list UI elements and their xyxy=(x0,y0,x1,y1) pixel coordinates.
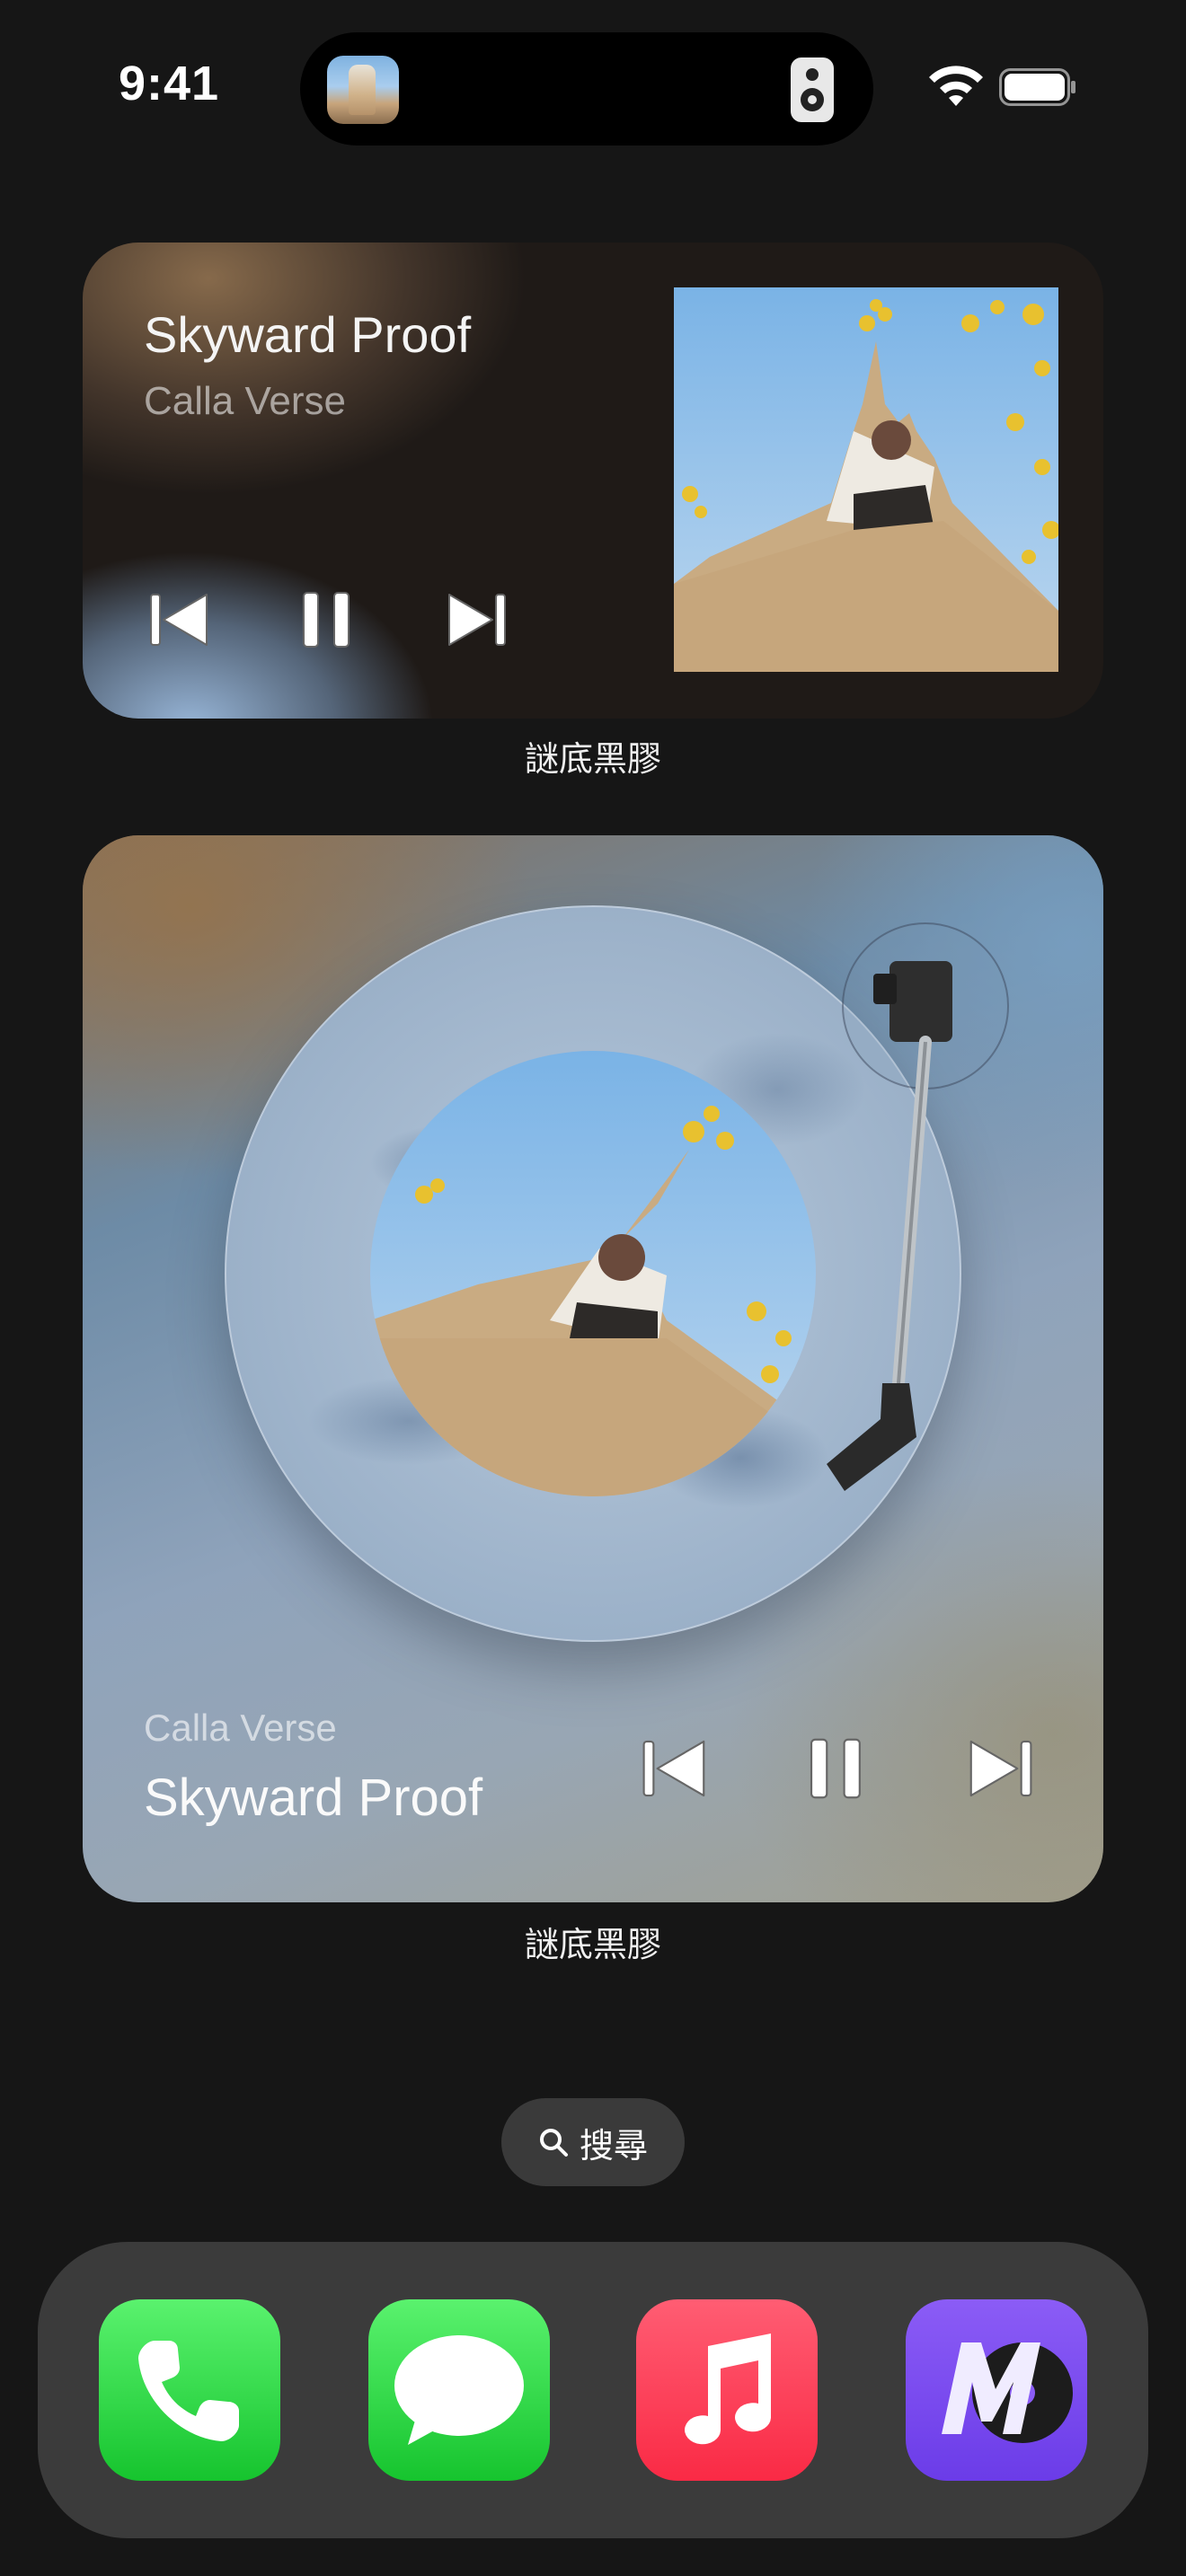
vinyl-app-icon[interactable] xyxy=(906,2299,1087,2481)
status-time: 9:41 xyxy=(119,57,220,110)
tonearm xyxy=(827,922,1009,1491)
music-app-icon[interactable] xyxy=(636,2299,818,2481)
search-button[interactable]: 搜尋 xyxy=(501,2098,685,2186)
pause-button[interactable] xyxy=(291,584,363,656)
next-track-button[interactable] xyxy=(961,1730,1039,1807)
pause-button[interactable] xyxy=(798,1730,875,1807)
track-title: Skyward Proof xyxy=(144,306,472,363)
phone-app-icon[interactable] xyxy=(99,2299,280,2481)
wifi-icon xyxy=(929,66,983,106)
track-artist: Calla Verse xyxy=(144,1707,337,1749)
album-artwork xyxy=(674,287,1058,672)
previous-track-button[interactable] xyxy=(144,584,216,656)
track-title: Skyward Proof xyxy=(144,1769,483,1827)
search-label: 搜尋 xyxy=(579,2127,648,2166)
search-icon xyxy=(539,2129,568,2157)
track-artist: Calla Verse xyxy=(144,379,347,423)
next-track-button[interactable] xyxy=(440,584,512,656)
now-playing-artwork-icon[interactable] xyxy=(327,56,399,124)
widget-label: 謎底黑膠 xyxy=(524,1927,661,1964)
messages-app-icon[interactable] xyxy=(368,2299,550,2481)
previous-track-button[interactable] xyxy=(636,1730,713,1807)
speaker-icon xyxy=(791,57,834,122)
record-label-artwork xyxy=(370,1051,816,1496)
battery-icon xyxy=(999,68,1075,106)
widget-label: 謎底黑膠 xyxy=(524,741,661,779)
